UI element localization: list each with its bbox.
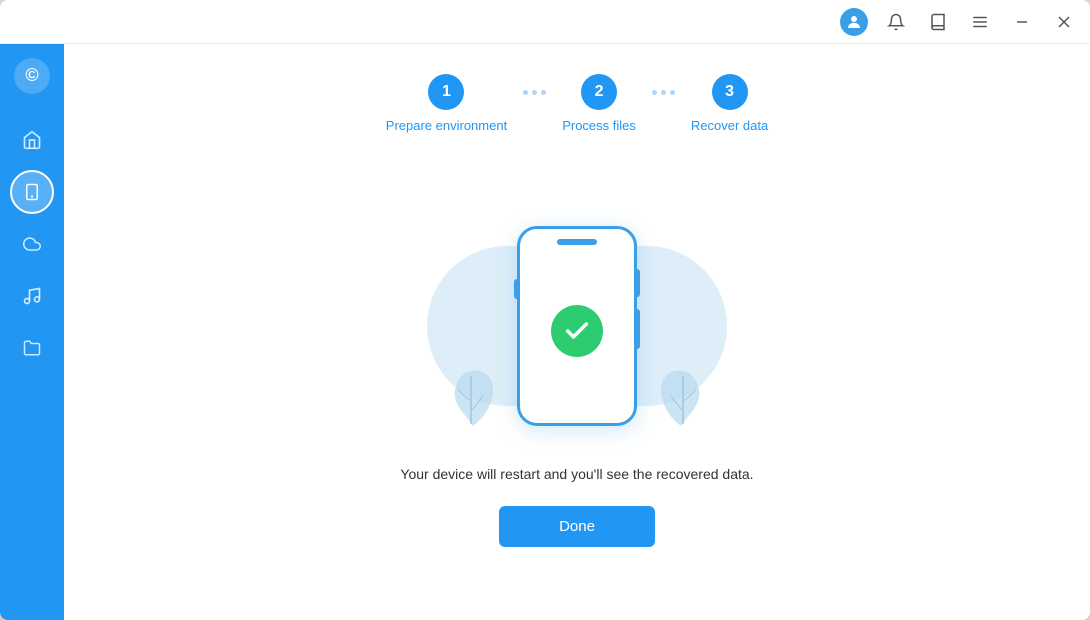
step-dots-1 xyxy=(523,90,546,95)
sidebar: © xyxy=(0,44,64,620)
illustration: Your device will restart and you'll see … xyxy=(104,163,1050,590)
step-1-number: 1 xyxy=(442,83,451,101)
title-bar-icons xyxy=(840,8,1078,36)
step-1-label: Prepare environment xyxy=(386,118,507,133)
dot xyxy=(670,90,675,95)
sidebar-item-cloud[interactable] xyxy=(10,222,54,266)
app-window: © xyxy=(0,0,1090,620)
minimize-icon[interactable] xyxy=(1008,8,1036,36)
dot xyxy=(652,90,657,95)
step-1: 1 Prepare environment xyxy=(386,74,507,133)
menu-icon[interactable] xyxy=(966,8,994,36)
dot xyxy=(541,90,546,95)
step-3: 3 Recover data xyxy=(691,74,768,133)
step-2-label: Process files xyxy=(562,118,636,133)
step-2: 2 Process files xyxy=(562,74,636,133)
phone-illustration xyxy=(407,206,747,446)
leaf-left-decoration xyxy=(443,361,498,436)
success-check-circle xyxy=(551,305,603,357)
dot xyxy=(661,90,666,95)
title-bar xyxy=(0,0,1090,44)
step-3-number: 3 xyxy=(725,83,734,101)
bell-icon[interactable] xyxy=(882,8,910,36)
step-1-circle: 1 xyxy=(428,74,464,110)
phone-notch xyxy=(557,239,597,245)
svg-text:©: © xyxy=(25,65,38,85)
phone-button-left xyxy=(514,279,519,299)
sidebar-item-folder[interactable] xyxy=(10,326,54,370)
sidebar-item-device[interactable] xyxy=(10,170,54,214)
app-logo[interactable]: © xyxy=(10,54,54,98)
step-2-circle: 2 xyxy=(581,74,617,110)
leaf-right-decoration xyxy=(656,361,711,436)
message-text: Your device will restart and you'll see … xyxy=(400,466,753,482)
avatar-icon[interactable] xyxy=(840,8,868,36)
step-3-label: Recover data xyxy=(691,118,768,133)
content-area: 1 Prepare environment 2 Process files xyxy=(64,44,1090,620)
phone-device xyxy=(517,226,637,426)
done-button[interactable]: Done xyxy=(499,506,655,547)
step-dots-2 xyxy=(652,90,675,95)
sidebar-item-music[interactable] xyxy=(10,274,54,318)
book-icon[interactable] xyxy=(924,8,952,36)
phone-button-right-bottom xyxy=(635,309,640,349)
close-icon[interactable] xyxy=(1050,8,1078,36)
steps-indicator: 1 Prepare environment 2 Process files xyxy=(104,74,1050,133)
phone-button-right-top xyxy=(635,269,640,297)
step-2-number: 2 xyxy=(595,83,604,101)
dot xyxy=(523,90,528,95)
dot xyxy=(532,90,537,95)
sidebar-item-home[interactable] xyxy=(10,118,54,162)
main-layout: © xyxy=(0,44,1090,620)
step-3-circle: 3 xyxy=(712,74,748,110)
